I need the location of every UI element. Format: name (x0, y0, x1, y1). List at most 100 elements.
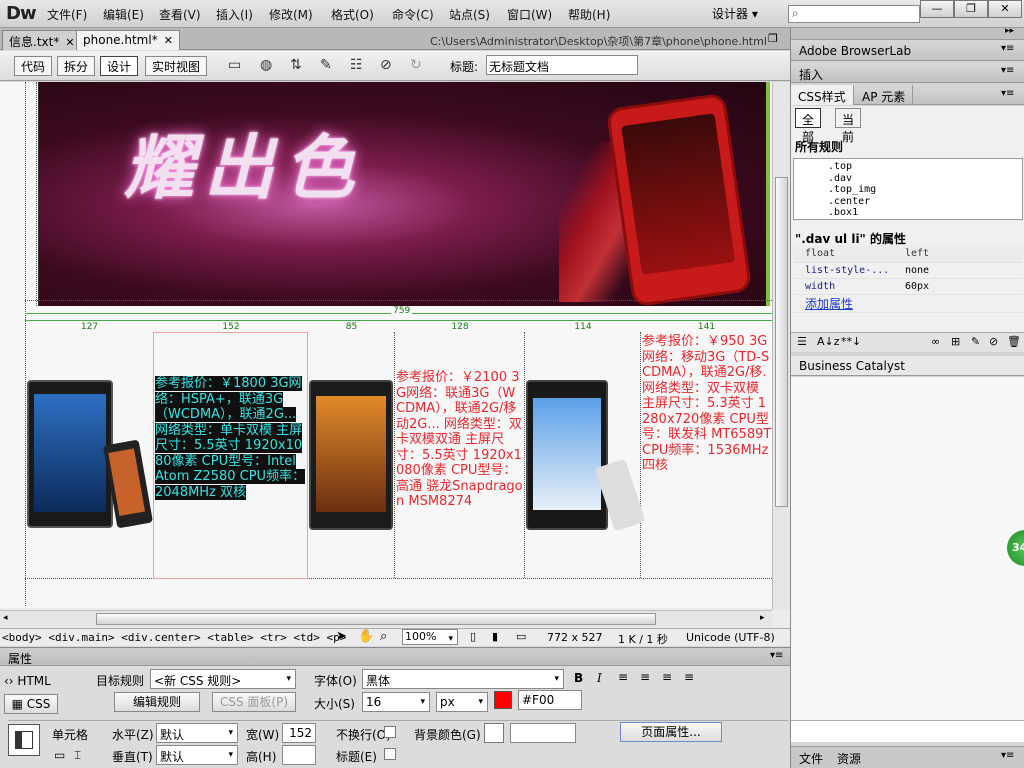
code-view-button[interactable]: 代码 (14, 56, 53, 76)
business-catalyst-header[interactable]: Business Catalyst (791, 356, 1024, 376)
tablet-size-icon[interactable]: ▮ (492, 630, 498, 643)
panel-menu-icon[interactable]: ▾≡ (770, 650, 783, 661)
multiscreen-icon[interactable]: ▭ (228, 57, 241, 73)
document-title-input[interactable]: 无标题文档 (486, 55, 638, 75)
nowrap-checkbox[interactable] (384, 726, 396, 738)
align-right-icon[interactable]: ≡ (662, 670, 672, 684)
category-view-icon[interactable]: ☰ (797, 335, 807, 348)
workspace-switcher[interactable]: 设计器 ▾ (712, 5, 758, 22)
hand-tool-icon[interactable]: ✋ (358, 629, 374, 644)
validate-icon[interactable]: ⊘ (380, 57, 392, 73)
mobile-size-icon[interactable]: ▯ (470, 630, 476, 643)
pointer-tool-icon[interactable]: ➤ (336, 629, 347, 644)
font-select[interactable]: 黑体 ▾ (362, 669, 564, 689)
close-icon[interactable]: ✕ (164, 34, 173, 47)
scroll-thumb[interactable] (96, 613, 656, 625)
html-mode-button[interactable]: ‹› HTML (4, 672, 56, 692)
cell-height-input[interactable] (282, 745, 316, 765)
bg-color-input[interactable] (510, 723, 576, 743)
css-mode-button[interactable]: ▦ CSS (4, 694, 58, 714)
italic-button[interactable]: I (597, 671, 602, 685)
live-view-button[interactable]: 实时视图 (145, 56, 208, 76)
spec-text-3[interactable]: 参考报价：￥950 3G网络：移动3G（TD-SCDMA），联通2G/移. 网络… (642, 334, 772, 474)
rule-item[interactable]: .center (828, 196, 1022, 208)
visual-aids-icon[interactable]: ☷ (350, 57, 363, 73)
menu-site[interactable]: 站点(S) (449, 6, 490, 23)
panel-collapse-bar[interactable]: ▸▸ (791, 26, 1024, 40)
attach-stylesheet-icon[interactable]: ∞ (931, 335, 940, 348)
align-center-icon[interactable]: ≡ (640, 670, 650, 684)
panel-menu-icon[interactable]: ▾≡ (1001, 750, 1014, 761)
target-rule-select[interactable]: <新 CSS 规则> ▾ (150, 669, 296, 689)
bg-color-swatch[interactable] (484, 723, 504, 743)
menu-help[interactable]: 帮助(H) (568, 6, 610, 23)
text-color-input[interactable]: #F00 (518, 690, 582, 710)
zoom-select[interactable]: 100% ▾ (402, 629, 458, 645)
menu-window[interactable]: 窗口(W) (507, 6, 552, 23)
vert-align-select[interactable]: 默认 ▾ (156, 745, 238, 765)
spec-text-1[interactable]: 参考报价：￥1800 3G网络：HSPA+，联通3G（WCDMA），联通2G..… (155, 376, 307, 500)
header-checkbox[interactable] (384, 748, 396, 760)
menu-insert[interactable]: 插入(I) (216, 6, 253, 23)
new-rule-icon[interactable]: ⊞ (951, 335, 960, 348)
minimize-button[interactable]: — (920, 0, 954, 18)
rule-item[interactable]: .top_img (828, 184, 1022, 196)
font-unit-select[interactable]: px ▾ (436, 692, 488, 712)
edit-rule-button[interactable]: 编辑规则 (114, 692, 200, 712)
tab-files[interactable]: 文件 (799, 750, 823, 767)
horizontal-scrollbar[interactable]: ◂ ▸ (0, 610, 772, 627)
panel-menu-icon[interactable]: ▾≡ (1001, 88, 1014, 99)
spec-text-2[interactable]: 参考报价：￥2100 3G网络：联通3G（WCDMA），联通2G/移动2G...… (396, 370, 524, 510)
font-size-select[interactable]: 16 ▾ (362, 692, 430, 712)
sort-az-icon[interactable]: A↓z (817, 335, 840, 348)
scroll-thumb[interactable] (775, 177, 788, 507)
insert-panel-header[interactable]: 插入 ▾≡ (791, 63, 1024, 83)
help-search-input[interactable]: ⌕ (788, 5, 920, 23)
rules-list[interactable]: .top .dav .top_img .center .box1 (793, 158, 1023, 220)
inspect-icon[interactable]: ✎ (320, 57, 332, 73)
cell-width-input[interactable]: 152 (282, 723, 316, 743)
tab-ap-elements[interactable]: AP 元素 (855, 85, 914, 105)
tab-assets[interactable]: 资源 (837, 750, 861, 767)
refresh-icon[interactable]: ↻ (410, 57, 422, 73)
text-color-swatch[interactable] (494, 691, 512, 709)
edit-rule-icon[interactable]: ✎ (971, 335, 980, 348)
merge-cells-icon[interactable]: ▭ (54, 748, 65, 762)
tab-info-txt[interactable]: 信息.txt* ✕ (2, 30, 82, 50)
set-properties-icon[interactable]: **↓ (841, 335, 861, 348)
close-icon[interactable]: ✕ (65, 36, 74, 49)
tab-css-styles[interactable]: CSS样式 (791, 85, 854, 105)
menu-edit[interactable]: 编辑(E) (103, 6, 144, 23)
property-row[interactable]: list-style-... none (793, 262, 1023, 279)
add-property-link[interactable]: 添加属性 (805, 297, 853, 311)
all-rules-button[interactable]: 全部 (795, 108, 822, 144)
window-size[interactable]: 772 x 527 (547, 631, 603, 644)
menu-view[interactable]: 查看(V) (159, 6, 201, 23)
menu-modify[interactable]: 修改(M) (269, 6, 313, 23)
file-management-icon[interactable]: ⇅ (290, 57, 302, 73)
vertical-scrollbar[interactable] (772, 82, 790, 610)
split-cell-icon[interactable]: ⌶ (74, 748, 81, 763)
rule-item[interactable]: .box1 (828, 207, 1022, 219)
menu-format[interactable]: 格式(O) (331, 6, 374, 23)
rule-item[interactable]: .top (828, 161, 1022, 173)
design-canvas[interactable]: 耀出色 759 127 152 85 128 114 141 参考报价：￥180… (0, 82, 772, 608)
align-left-icon[interactable]: ≡ (618, 670, 628, 684)
property-row[interactable]: float left (793, 246, 1023, 263)
disable-rule-icon[interactable]: ⊘ (989, 335, 998, 348)
browserlab-panel-header[interactable]: Adobe BrowserLab ▾≡ (791, 41, 1024, 61)
tag-selector[interactable]: <body> <div.main> <div.center> <table> <… (2, 631, 346, 644)
current-rules-button[interactable]: 当前 (835, 108, 862, 144)
page-properties-button[interactable]: 页面属性... (620, 722, 722, 742)
property-row[interactable]: width 60px (793, 278, 1023, 295)
delete-rule-icon[interactable]: 🗑 (1007, 335, 1021, 348)
menu-commands[interactable]: 命令(C) (392, 6, 434, 23)
bold-button[interactable]: B (574, 671, 583, 685)
design-view-button[interactable]: 设计 (100, 56, 139, 76)
restore-doc-icon[interactable]: ❐ (768, 32, 778, 45)
horz-align-select[interactable]: 默认 ▾ (156, 723, 238, 743)
desktop-size-icon[interactable]: ▭ (516, 630, 526, 643)
css-panel-button[interactable]: CSS 面板(P) (212, 692, 296, 712)
preview-browser-icon[interactable]: ◍ (260, 57, 272, 73)
align-justify-icon[interactable]: ≡ (684, 670, 694, 684)
